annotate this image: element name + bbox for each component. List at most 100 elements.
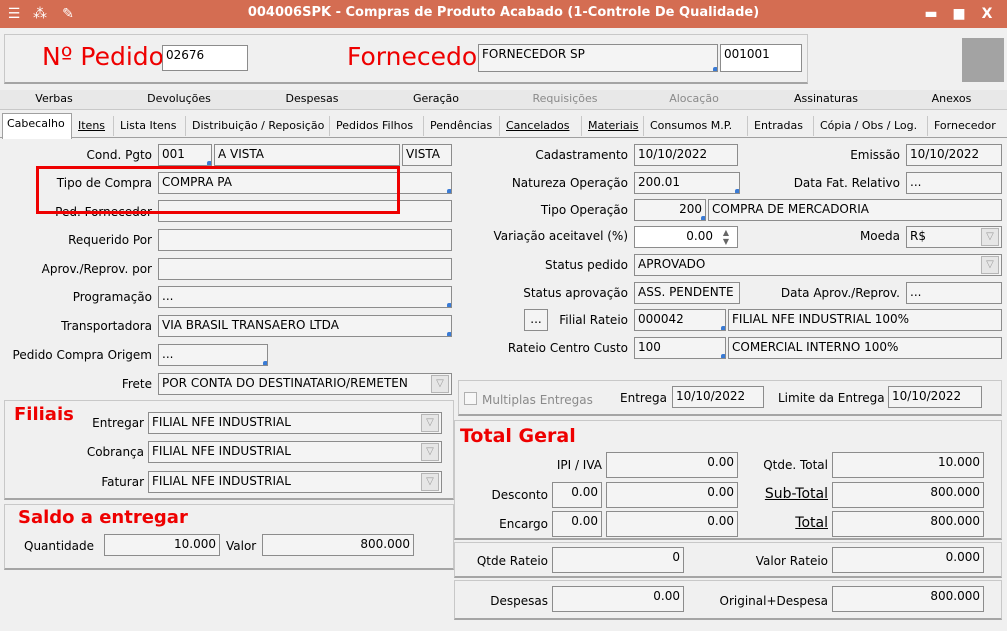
tab-cabecalho[interactable]: Cabecalho <box>2 113 72 139</box>
data-fat-label: Data Fat. Relativo <box>793 176 900 190</box>
chevron-down-icon[interactable]: ▽ <box>421 414 439 432</box>
close-button[interactable]: X <box>976 4 998 24</box>
tab-fornecedor[interactable]: Fornecedor <box>930 116 1005 136</box>
tab-itens[interactable]: Itens <box>74 116 114 136</box>
desconto-value-input[interactable]: 0.00 <box>606 482 738 508</box>
filial-rateio-code-input[interactable]: 000042 <box>634 309 726 331</box>
despesas-label: Despesas <box>490 594 548 608</box>
chevron-down-icon[interactable]: ▽ <box>981 228 999 246</box>
natureza-label: Natureza Operação <box>511 176 628 190</box>
tab-devolucoes[interactable]: Devoluções <box>108 92 250 108</box>
filiais-title: Filiais <box>14 404 74 425</box>
quantidade-label: Quantidade <box>24 539 95 553</box>
pedido-origem-label: Pedido Compra Origem <box>12 348 152 362</box>
valor-label: Valor <box>226 539 257 553</box>
pedido-label: Nº Pedido <box>42 42 164 71</box>
pedido-input[interactable]: 02676 <box>162 45 248 71</box>
tipo-operacao-code-input[interactable]: 200 <box>634 199 706 221</box>
programacao-label: Programação <box>72 290 152 304</box>
valor-input: 800.000 <box>262 534 414 556</box>
original-despesa-label: Original+Despesa <box>719 594 829 608</box>
encargo-pct-input[interactable]: 0.00 <box>552 511 602 537</box>
photo-placeholder <box>962 38 1004 82</box>
chevron-down-icon[interactable]: ▽ <box>421 473 439 491</box>
filial-rateio-button[interactable]: ... <box>524 309 548 331</box>
transportadora-input[interactable]: VIA BRASIL TRANSAERO LTDA <box>158 315 452 337</box>
desconto-pct-input[interactable]: 0.00 <box>552 482 602 508</box>
tab-cancelados[interactable]: Cancelados <box>502 116 582 136</box>
requerido-input[interactable] <box>158 229 452 251</box>
emissao-label: Emissão <box>850 148 900 162</box>
tab-consumos[interactable]: Consumos M.P. <box>646 116 748 136</box>
maximize-button[interactable]: ■ <box>948 4 970 24</box>
tab-pedidos-filhos[interactable]: Pedidos Filhos <box>332 116 424 136</box>
faturar-select[interactable]: FILIAL NFE INDUSTRIAL <box>148 471 442 493</box>
status-aprovacao-input: ASS. PENDENTE <box>634 282 740 304</box>
tab-materiais[interactable]: Materiais <box>584 116 644 136</box>
programacao-input[interactable]: ... <box>158 286 452 308</box>
total-input: 800.000 <box>832 511 984 537</box>
subtotal-input: 800.000 <box>832 482 984 508</box>
pedido-origem-input[interactable]: ... <box>158 344 268 366</box>
tab-lista-itens[interactable]: Lista Itens <box>116 116 186 136</box>
entregar-select[interactable]: FILIAL NFE INDUSTRIAL <box>148 412 442 434</box>
title-bar: ☰ ⁂ ✎ 004006SPK - Compras de Produto Aca… <box>0 0 1007 28</box>
data-fat-input[interactable]: ... <box>906 172 1002 194</box>
tipo-operacao-desc-input: COMPRA DE MERCADORIA <box>708 199 1002 221</box>
chevron-down-icon[interactable]: ▽ <box>431 375 449 393</box>
frete-select[interactable]: POR CONTA DO DESTINATARIO/REMETEN <box>158 373 452 395</box>
status-pedido-label: Status pedido <box>545 258 628 272</box>
total-label: Total <box>795 515 828 531</box>
subtotal-label: Sub-Total <box>764 486 828 502</box>
ipi-label: IPI / IVA <box>556 458 602 472</box>
entregar-label: Entregar <box>92 416 144 430</box>
tab-despesas[interactable]: Despesas <box>250 92 374 108</box>
variacao-label: Variação aceitavel (%) <box>493 229 628 243</box>
chevron-down-icon[interactable]: ▽ <box>421 443 439 461</box>
tab-assinaturas[interactable]: Assinaturas <box>756 92 896 108</box>
filial-rateio-label: Filial Rateio <box>559 313 628 327</box>
transportadora-label: Transportadora <box>61 319 152 333</box>
saldo-title: Saldo a entregar <box>18 507 188 528</box>
tab-requisicoes[interactable]: Requisições <box>498 92 632 108</box>
status-pedido-select[interactable]: APROVADO <box>634 254 1002 276</box>
tab-verbas[interactable]: Verbas <box>0 92 108 108</box>
fornecedor-code-input[interactable]: 001001 <box>720 44 802 72</box>
qtde-total-label: Qtde. Total <box>763 458 828 472</box>
spinner-icon[interactable]: ▲ ▼ <box>718 228 734 246</box>
quantidade-input: 10.000 <box>104 534 220 556</box>
fornecedor-name-input[interactable]: FORNECEDOR SP <box>478 44 718 72</box>
limite-entrega-label: Limite da Entrega <box>778 391 885 405</box>
rateio-cc-code-input[interactable]: 100 <box>634 337 726 359</box>
chevron-down-icon[interactable]: ▽ <box>981 256 999 274</box>
encargo-label: Encargo <box>499 517 548 531</box>
cobranca-select[interactable]: FILIAL NFE INDUSTRIAL <box>148 441 442 463</box>
qtde-rateio-label: Qtde Rateio <box>476 554 548 568</box>
aprov-reprov-input[interactable] <box>158 258 452 280</box>
natureza-input[interactable]: 200.01 <box>634 172 740 194</box>
rateio-cc-desc-input: COMERCIAL INTERNO 100% <box>728 337 1002 359</box>
multiplas-label: Multiplas Entregas <box>482 393 593 407</box>
aprov-reprov-label: Aprov./Reprov. por <box>41 262 152 276</box>
limite-entrega-input[interactable]: 10/10/2022 <box>888 386 982 408</box>
tab-copia-obs-log[interactable]: Cópia / Obs / Log. <box>816 116 928 136</box>
tab-anexos[interactable]: Anexos <box>896 92 1007 108</box>
tab-pendencias[interactable]: Pendências <box>426 116 500 136</box>
minimize-button[interactable]: ▬ <box>920 4 942 24</box>
emissao-input[interactable]: 10/10/2022 <box>906 144 1002 166</box>
valor-rateio-label: Valor Rateio <box>755 554 828 568</box>
original-despesa-input: 800.000 <box>832 586 984 612</box>
entrega-label: Entrega <box>620 391 667 405</box>
tab-alocacao[interactable]: Alocação <box>632 92 756 108</box>
entrega-input[interactable]: 10/10/2022 <box>672 386 764 408</box>
fornecedor-label: Fornecedor <box>347 42 488 71</box>
data-aprov-input[interactable]: ... <box>906 282 1002 304</box>
tab-entradas[interactable]: Entradas <box>750 116 814 136</box>
cond-pgto-code-input[interactable]: 001 <box>158 144 212 166</box>
multiplas-checkbox[interactable] <box>464 392 477 405</box>
tab-geracao[interactable]: Geração <box>374 92 498 108</box>
tab-distribuicao[interactable]: Distribuição / Reposição <box>188 116 330 136</box>
encargo-value-input[interactable]: 0.00 <box>606 511 738 537</box>
tipo-operacao-label: Tipo Operação <box>540 203 628 217</box>
rateio-cc-label: Rateio Centro Custo <box>507 341 628 355</box>
